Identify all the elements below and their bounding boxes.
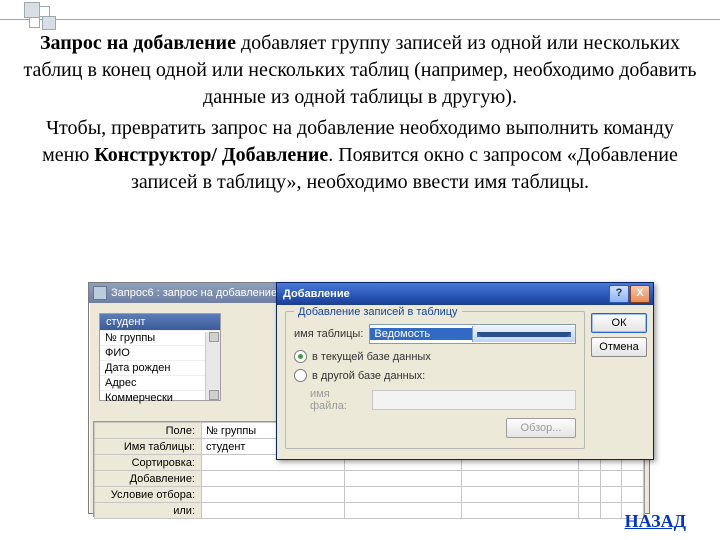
grid-label-field: Поле: (95, 423, 202, 439)
grid-cell[interactable] (344, 503, 461, 519)
paragraph-1: Запрос на добавление добавляет группу за… (22, 30, 698, 111)
grid-cell[interactable] (622, 471, 644, 487)
append-dialog: Добавление ? X ОК Отмена Добавление запи… (276, 282, 654, 460)
table-name-combo[interactable]: Ведомость (369, 324, 576, 344)
field-list-box[interactable]: студент № группы ФИО Дата рожден Адрес К… (99, 313, 221, 401)
grid-cell[interactable] (344, 471, 461, 487)
radio-current-db-label: в текущей базе данных (312, 351, 431, 363)
field-row[interactable]: № группы (100, 330, 220, 345)
grid-cell[interactable] (202, 487, 345, 503)
close-icon[interactable]: X (630, 285, 650, 303)
radio-current-db[interactable] (294, 350, 307, 363)
slide-top-divider (0, 0, 720, 20)
help-icon[interactable]: ? (609, 285, 629, 303)
grid-label-table: Имя таблицы: (95, 439, 202, 455)
table-name-value: Ведомость (370, 328, 472, 340)
grid-label-sort: Сортировка: (95, 455, 202, 471)
radio-other-db[interactable] (294, 369, 307, 382)
grid-cell[interactable] (600, 471, 622, 487)
grid-cell[interactable] (344, 487, 461, 503)
menu-path-bold: Конструктор/ Добавление (94, 144, 328, 166)
groupbox-label: Добавление записей в таблицу (294, 306, 462, 318)
grid-label-criteria: Условие отбора: (95, 487, 202, 503)
grid-label-or: или: (95, 503, 202, 519)
file-name-label: имя файла: (310, 388, 367, 412)
paragraph-2: Чтобы, превратить запрос на добавление н… (22, 115, 698, 196)
field-row[interactable]: ФИО (100, 345, 220, 360)
decorative-squares (24, 2, 58, 36)
grid-cell[interactable] (622, 487, 644, 503)
browse-button: Обзор... (506, 418, 576, 438)
grid-cell[interactable] (578, 471, 600, 487)
dialog-title-text: Добавление (283, 288, 350, 300)
field-list-scrollbar[interactable] (205, 332, 220, 400)
grid-cell[interactable] (578, 487, 600, 503)
grid-cell[interactable] (600, 503, 622, 519)
dialog-titlebar: Добавление ? X (277, 283, 653, 305)
grid-cell[interactable] (202, 471, 345, 487)
screenshot-container: Запрос6 : запрос на добавление студент №… (88, 282, 652, 518)
grid-cell[interactable] (578, 503, 600, 519)
field-row[interactable]: Дата рожден (100, 360, 220, 375)
ok-button[interactable]: ОК (591, 313, 647, 333)
grid-cell[interactable] (600, 487, 622, 503)
file-name-field (372, 390, 576, 410)
grid-cell[interactable] (202, 503, 345, 519)
field-list-header: студент (100, 314, 220, 330)
field-row[interactable]: Адрес (100, 375, 220, 390)
grid-cell[interactable] (461, 503, 578, 519)
table-name-label: имя таблицы: (294, 328, 363, 340)
slide-body: Запрос на добавление добавляет группу за… (0, 20, 720, 196)
access-title-text: Запрос6 : запрос на добавление (111, 287, 277, 299)
grid-cell[interactable] (461, 471, 578, 487)
back-link[interactable]: НАЗАД (625, 511, 686, 532)
grid-label-append: Добавление: (95, 471, 202, 487)
radio-other-db-label: в другой базе данных: (312, 370, 425, 382)
term-bold: Запрос на добавление (40, 32, 236, 54)
cancel-button[interactable]: Отмена (591, 337, 647, 357)
field-row[interactable]: Коммерчески (100, 390, 220, 405)
grid-cell[interactable] (461, 487, 578, 503)
query-icon (93, 286, 107, 300)
chevron-down-icon[interactable] (472, 326, 575, 342)
append-groupbox: Добавление записей в таблицу имя таблицы… (285, 311, 585, 449)
